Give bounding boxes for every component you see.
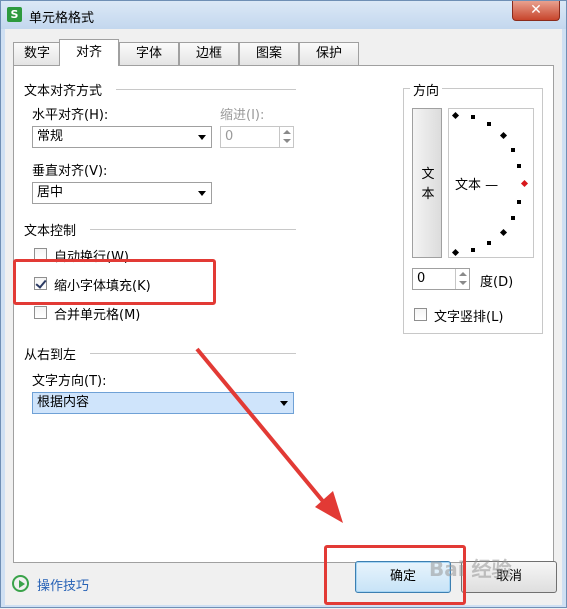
annotation-arrow [195,347,343,523]
tab-alignment[interactable]: 对齐 [59,39,119,66]
baidu-watermark: Bai 经验 [429,557,512,581]
annotation-arrow-shaft [195,347,333,513]
dialog-window: S 单元格格式 ✕ 数字 对齐 字体 边框 图案 保护 文本对齐方式 水平对齐(… [0,0,567,608]
